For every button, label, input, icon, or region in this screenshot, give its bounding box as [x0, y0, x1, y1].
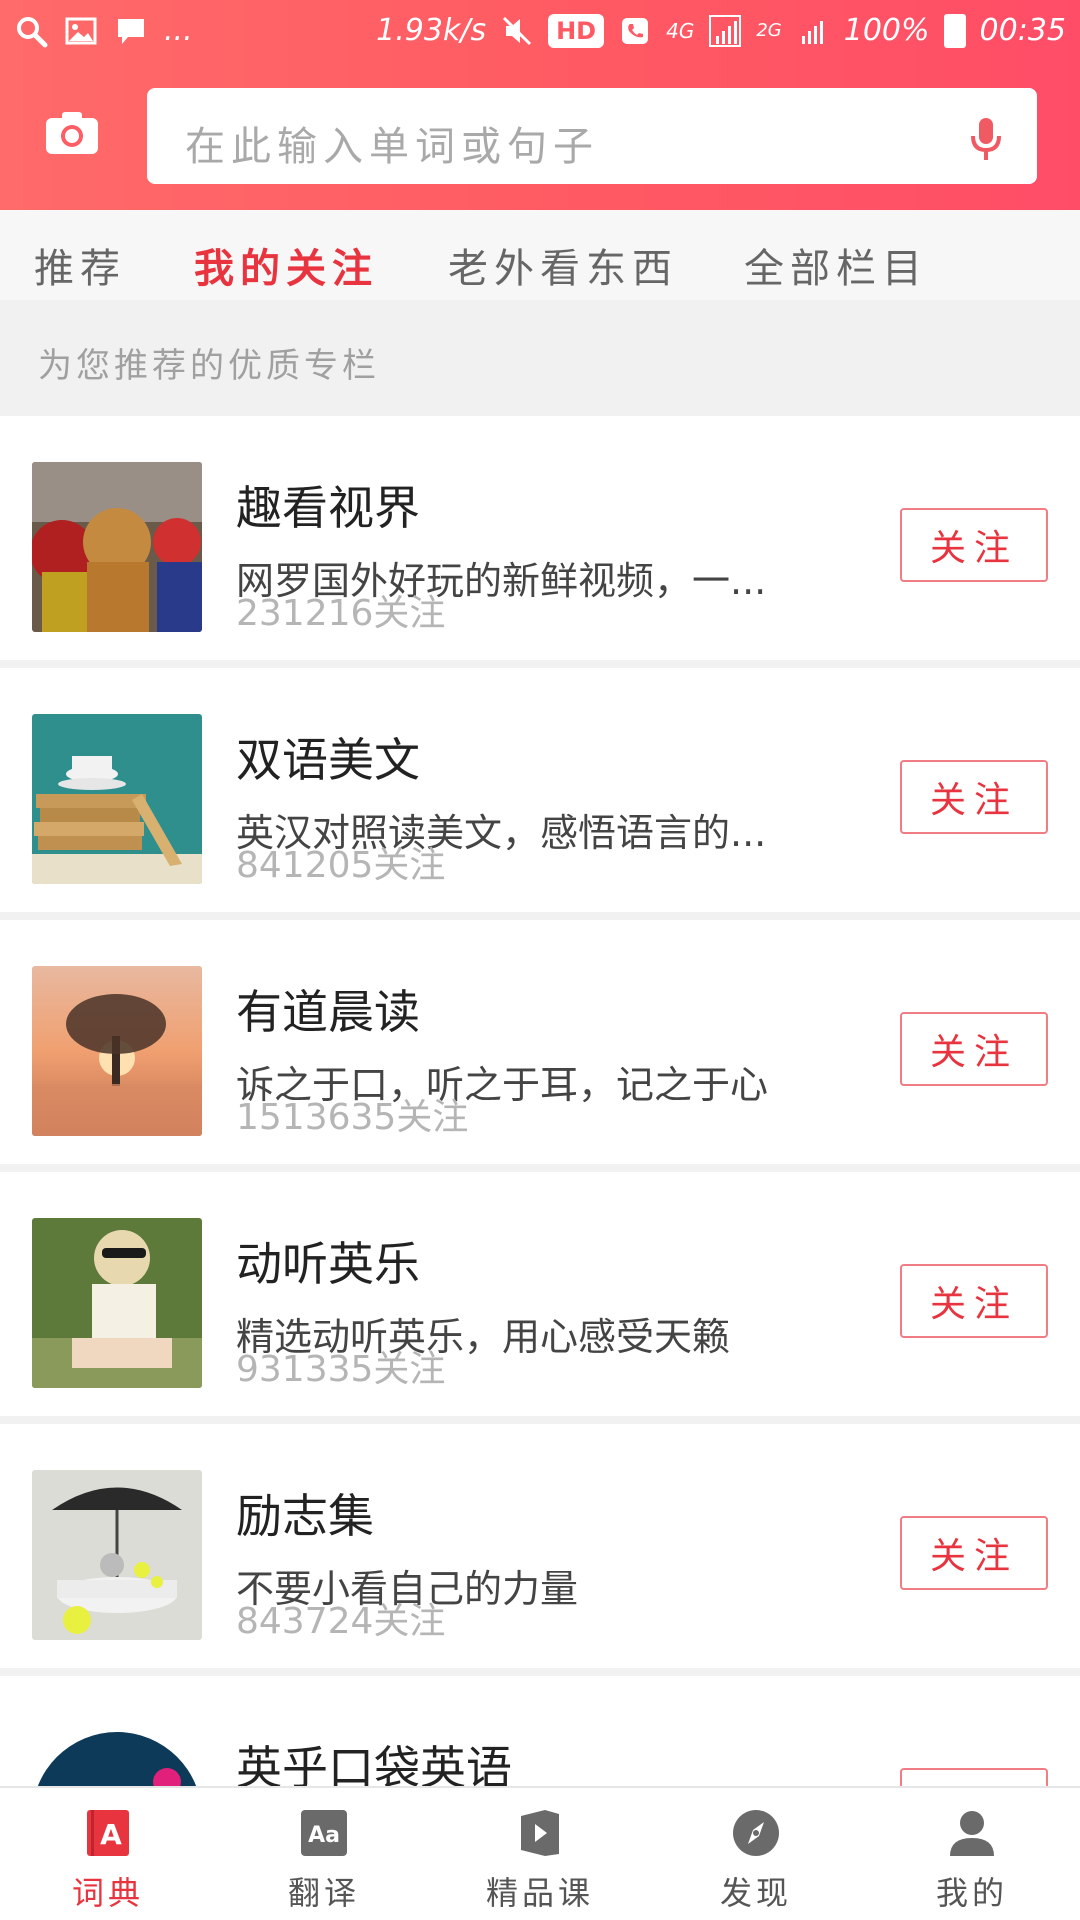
follower-count: 931335关注 [236, 1349, 446, 1390]
column-thumbnail [32, 1218, 202, 1388]
signal-icon [709, 15, 742, 47]
hd-badge: HD [548, 14, 605, 48]
column-title: 励志集 [236, 1489, 374, 1543]
column-title: 趣看视界 [236, 481, 420, 535]
list-item[interactable]: 有道晨读 诉之于口，听之于耳，记之于心 1513635关注 关注 [0, 920, 1080, 1172]
mute-icon [503, 16, 532, 46]
translate-icon: Aa [301, 1810, 347, 1856]
follower-count: 841205关注 [236, 845, 446, 886]
follow-button[interactable]: 关注 [900, 1012, 1048, 1086]
nav-courses[interactable]: 精品课 [465, 1808, 615, 1918]
status-more: ... [164, 13, 193, 48]
network-type: 4G [666, 19, 695, 43]
network-speed: 1.93k/s [376, 13, 487, 48]
column-thumbnail [32, 462, 202, 632]
list-item[interactable]: 双语美文 英汉对照读美文，感悟语言的... 841205关注 关注 [0, 668, 1080, 920]
nav-label: 翻译 [287, 1874, 360, 1912]
column-title: 有道晨读 [236, 985, 420, 1039]
course-icon [521, 1810, 559, 1856]
svg-text:Aa: Aa [308, 1823, 340, 1848]
battery-icon [943, 14, 966, 48]
dictionary-icon: A [87, 1810, 129, 1856]
tab-my-follows[interactable]: 我的关注 [194, 236, 378, 294]
search-input[interactable]: 在此输入单词或句子 [147, 88, 1037, 184]
nav-label: 精品课 [485, 1874, 594, 1912]
nav-profile[interactable]: 我的 [897, 1808, 1047, 1918]
column-thumbnail [32, 1470, 202, 1640]
section-caption-text: 为您推荐的优质专栏 [38, 346, 380, 386]
app-header: ... 1.93k/s HD 4G 2G 100% 00:35 在此输入单词或句… [0, 0, 1080, 210]
follower-count: 843724关注 [236, 1601, 446, 1642]
section-caption: 为您推荐的优质专栏 [0, 300, 1080, 416]
follower-count: 1513635关注 [236, 1097, 469, 1138]
nav-label: 我的 [935, 1874, 1008, 1912]
column-thumbnail [32, 966, 202, 1136]
compass-icon [733, 1810, 779, 1856]
phone-icon [622, 18, 649, 44]
nav-translate[interactable]: Aa 翻译 [249, 1808, 399, 1918]
list-item[interactable]: 励志集 不要小看自己的力量 843724关注 关注 [0, 1424, 1080, 1676]
nav-dictionary[interactable]: A 词典 [33, 1808, 183, 1918]
status-bar: ... 1.93k/s HD 4G 2G 100% 00:35 [0, 0, 1080, 72]
category-tabs: 推荐 我的关注 老外看东西 全部栏目 [0, 210, 1080, 300]
follower-count: 231216关注 [236, 593, 446, 634]
nav-discover[interactable]: 发现 [681, 1808, 831, 1918]
search-row: 在此输入单词或句子 [0, 88, 1080, 184]
status-left: ... [14, 14, 193, 48]
image-icon [65, 17, 97, 45]
column-title: 动听英乐 [236, 1237, 420, 1291]
search-placeholder: 在此输入单词或句子 [185, 124, 599, 170]
signal-2-icon [801, 21, 823, 44]
svg-text:A: A [100, 1818, 122, 1851]
nav-label: 发现 [719, 1874, 792, 1912]
tab-foreigners-view[interactable]: 老外看东西 [448, 236, 678, 294]
status-right: 1.93k/s HD 4G 2G 100% 00:35 [376, 14, 1066, 48]
network-type-2: 2G [756, 20, 782, 41]
column-thumbnail [32, 714, 202, 884]
tab-recommend[interactable]: 推荐 [34, 236, 126, 294]
microphone-icon[interactable] [969, 116, 1003, 162]
bottom-navigation: A 词典 Aa 翻译 精品课 发现 我的 [0, 1786, 1080, 1920]
camera-icon[interactable] [44, 110, 100, 156]
nav-label: 词典 [71, 1874, 144, 1912]
message-icon [118, 19, 144, 44]
follow-button[interactable]: 关注 [900, 508, 1048, 582]
clock: 00:35 [979, 13, 1066, 48]
column-title: 双语美文 [236, 733, 420, 787]
search-icon [17, 17, 48, 48]
tab-all-columns[interactable]: 全部栏目 [744, 236, 928, 294]
follow-button[interactable]: 关注 [900, 1516, 1048, 1590]
follow-button[interactable]: 关注 [900, 760, 1048, 834]
list-item[interactable]: 动听英乐 精选动听英乐，用心感受天籁 931335关注 关注 [0, 1172, 1080, 1424]
list-item[interactable]: 趣看视界 网罗国外好玩的新鲜视频，一... 231216关注 关注 [0, 416, 1080, 668]
follow-button[interactable]: 关注 [900, 1264, 1048, 1338]
battery-level: 100% [843, 13, 930, 48]
profile-icon [950, 1811, 994, 1856]
